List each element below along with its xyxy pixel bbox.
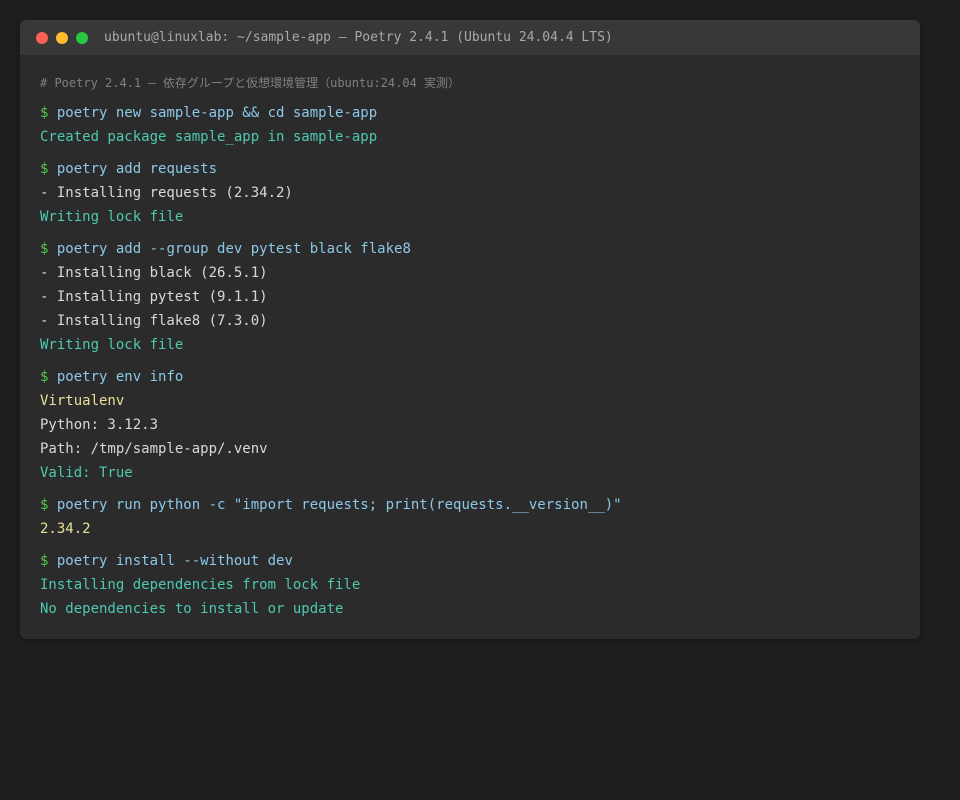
- prompt-symbol: $: [40, 161, 49, 177]
- command-line: $ poetry add requests: [40, 157, 900, 181]
- command-line: $ poetry new sample-app && cd sample-app: [40, 101, 900, 125]
- prompt-symbol: $: [40, 105, 49, 121]
- prompt-symbol: $: [40, 553, 49, 569]
- output-line: Python: 3.12.3: [40, 417, 159, 433]
- close-button[interactable]: [36, 32, 48, 44]
- terminal-body[interactable]: # Poetry 2.4.1 — 依存グループと仮想環境管理（ubuntu:24…: [20, 55, 920, 621]
- command-text: poetry add --group dev pytest black flak…: [56, 241, 411, 257]
- command-text: poetry add requests: [56, 161, 218, 177]
- prompt-symbol: $: [40, 369, 49, 385]
- output-line: Created package sample_app in sample-app: [40, 129, 378, 145]
- command-block: $ poetry env info Virtualenv Python: 3.12.…: [40, 365, 900, 485]
- maximize-button[interactable]: [76, 32, 88, 44]
- output-line: Valid: True: [40, 465, 133, 481]
- command-text: poetry run python -c "import requests; p…: [56, 497, 622, 513]
- terminal-window: ubuntu@linuxlab: ~/sample-app — Poetry 2…: [20, 20, 920, 639]
- output-line: Path: /tmp/sample-app/.venv: [40, 441, 268, 457]
- header-comment: # Poetry 2.4.1 — 依存グループと仮想環境管理（ubuntu:24…: [40, 76, 461, 90]
- title-bar: ubuntu@linuxlab: ~/sample-app — Poetry 2…: [20, 20, 920, 55]
- command-block: $ poetry new sample-app && cd sample-app…: [40, 101, 900, 149]
- command-text: poetry install --without dev: [56, 553, 293, 569]
- command-line: $ poetry env info: [40, 365, 900, 389]
- output-line: - Installing requests (2.34.2): [40, 185, 293, 201]
- minimize-button[interactable]: [56, 32, 68, 44]
- command-line: $ poetry install --without dev: [40, 549, 900, 573]
- output-line: Writing lock file: [40, 337, 184, 353]
- command-block: $ poetry run python -c "import requests;…: [40, 493, 900, 541]
- command-text: poetry new sample-app && cd sample-app: [56, 105, 378, 121]
- output-line: Installing dependencies from lock file: [40, 577, 361, 593]
- command-line: $ poetry add --group dev pytest black fl…: [40, 237, 900, 261]
- command-text: poetry env info: [56, 369, 184, 385]
- command-block: $ poetry add requests - Installing reques…: [40, 157, 900, 229]
- command-block: $ poetry add --group dev pytest black fl…: [40, 237, 900, 357]
- output-line: Virtualenv: [40, 393, 125, 409]
- output-line: - Installing black (26.5.1): [40, 265, 268, 281]
- prompt-symbol: $: [40, 241, 49, 257]
- output-line: 2.34.2: [40, 521, 91, 537]
- output-line: Writing lock file: [40, 209, 184, 225]
- output-line: - Installing pytest (9.1.1): [40, 289, 268, 305]
- prompt-symbol: $: [40, 497, 49, 513]
- command-block: $ poetry install --without dev Installing…: [40, 549, 900, 621]
- window-title: ubuntu@linuxlab: ~/sample-app — Poetry 2…: [104, 30, 613, 45]
- command-line: $ poetry run python -c "import requests;…: [40, 493, 900, 517]
- output-line: No dependencies to install or update: [40, 601, 344, 617]
- output-line: - Installing flake8 (7.3.0): [40, 313, 268, 329]
